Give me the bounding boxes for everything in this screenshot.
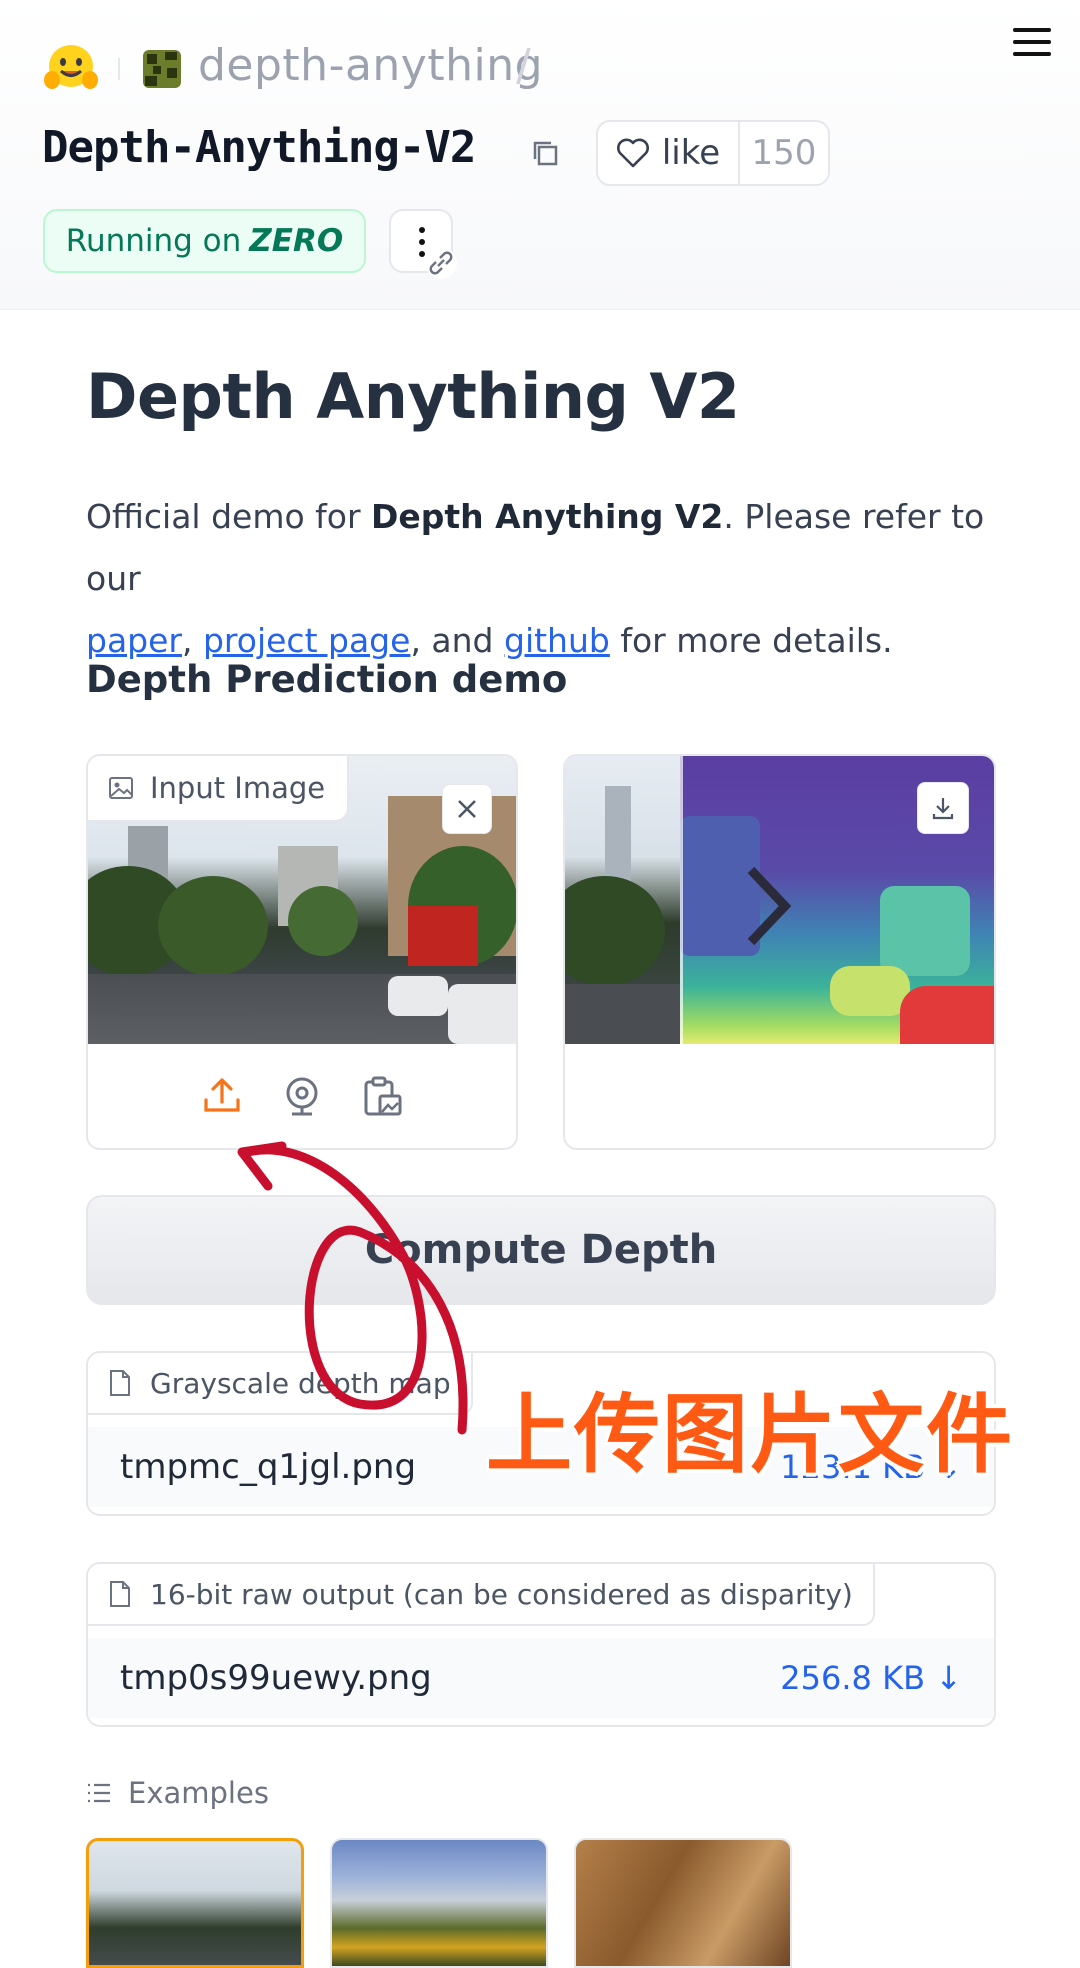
copy-icon[interactable] [530, 138, 560, 168]
desc-and: , and [410, 621, 504, 660]
hamburger-menu-icon[interactable] [1013, 28, 1051, 58]
example-thumbnail[interactable] [574, 1838, 792, 1968]
file-label: 16-bit raw output (can be considered as … [88, 1564, 875, 1626]
example-thumbnail[interactable] [330, 1838, 548, 1968]
comparison-slider-handle[interactable] [680, 756, 683, 1044]
download-button[interactable] [917, 782, 969, 834]
paper-link[interactable]: paper [86, 621, 182, 660]
hugging-face-logo-icon[interactable] [44, 42, 98, 92]
file-icon [110, 1370, 130, 1396]
desc-bold: Depth Anything V2 [371, 497, 724, 536]
file-label-text: 16-bit raw output (can be considered as … [150, 1577, 853, 1611]
example-thumbnail[interactable] [86, 1838, 304, 1968]
list-icon [88, 1783, 110, 1803]
description: Official demo for Depth Anything V2. Ple… [86, 486, 1006, 672]
like-button-group: like 150 [596, 120, 830, 186]
file-name: tmpmc_q1jgl.png [120, 1447, 417, 1487]
webcam-icon[interactable] [280, 1074, 324, 1118]
status-hardware: ZERO [249, 223, 344, 259]
desc-comma: , [182, 621, 203, 660]
file-download-link[interactable]: 256.8 KB ↓ [780, 1659, 962, 1697]
github-link[interactable]: github [504, 621, 610, 660]
status-prefix: Running on [65, 223, 242, 259]
file-icon [110, 1581, 130, 1607]
clear-image-button[interactable] [442, 784, 492, 834]
header-separator [118, 58, 120, 80]
section-title: Depth Prediction demo [86, 658, 568, 701]
desc-intro: Official demo for [86, 497, 372, 536]
breadcrumb-slash: / [516, 40, 531, 91]
project-page-link[interactable]: project page [203, 621, 410, 660]
file-row: tmp0s99uewy.png 256.8 KB ↓ [88, 1638, 994, 1718]
examples-label: Examples [128, 1776, 269, 1810]
examples-header: Examples [86, 1776, 269, 1810]
compute-depth-button[interactable]: Compute Depth [86, 1195, 996, 1305]
depth-output-panel [563, 754, 996, 1150]
upload-icon[interactable] [200, 1074, 244, 1118]
annotation-caption: 上传图片文件 [486, 1385, 1014, 1485]
chevron-right-icon[interactable] [745, 866, 791, 946]
file-label: Grayscale depth map [88, 1353, 473, 1415]
original-image-slice [565, 756, 680, 1044]
space-title: Depth-Anything-V2 [42, 122, 476, 173]
space-header: depth-anything / Depth-Anything-V2 like … [0, 0, 1080, 310]
link-icon[interactable] [424, 246, 458, 280]
raw-output-file: 16-bit raw output (can be considered as … [86, 1562, 996, 1727]
desc-end: for more details. [609, 621, 893, 660]
input-image-label: Input Image [88, 756, 350, 822]
clipboard-icon[interactable] [360, 1074, 404, 1118]
like-count[interactable]: 150 [740, 122, 828, 184]
like-button[interactable]: like [598, 122, 740, 184]
input-image-label-text: Input Image [150, 771, 326, 805]
status-badge[interactable]: Running on ZERO [43, 209, 366, 273]
org-name-link[interactable]: depth-anything [198, 40, 543, 91]
download-icon [932, 798, 954, 820]
file-label-text: Grayscale depth map [150, 1366, 451, 1400]
page-title: Depth Anything V2 [86, 360, 740, 433]
input-image-panel: Input Image [86, 754, 518, 1150]
close-icon [458, 800, 476, 818]
file-name: tmp0s99uewy.png [120, 1658, 432, 1698]
org-avatar[interactable] [143, 50, 181, 88]
heart-icon [616, 138, 649, 168]
image-icon [109, 777, 133, 799]
image-source-toolbar [88, 1044, 516, 1148]
like-label: like [661, 133, 721, 173]
